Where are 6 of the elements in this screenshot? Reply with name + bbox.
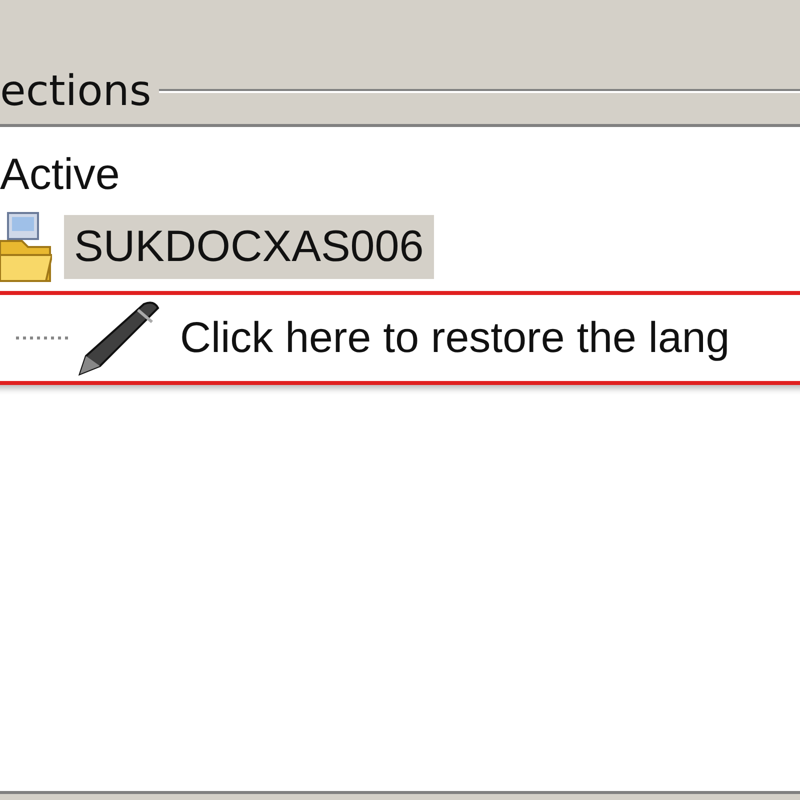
tree-item[interactable]: Click here to restore the lang [164,306,740,370]
tree-item[interactable]: SUKDOCXAS006 [64,215,434,279]
tree-connector-icon [14,334,70,342]
tree-item[interactable]: Active [0,143,130,207]
folder-icon [0,211,52,283]
group-title: ections [0,66,152,116]
